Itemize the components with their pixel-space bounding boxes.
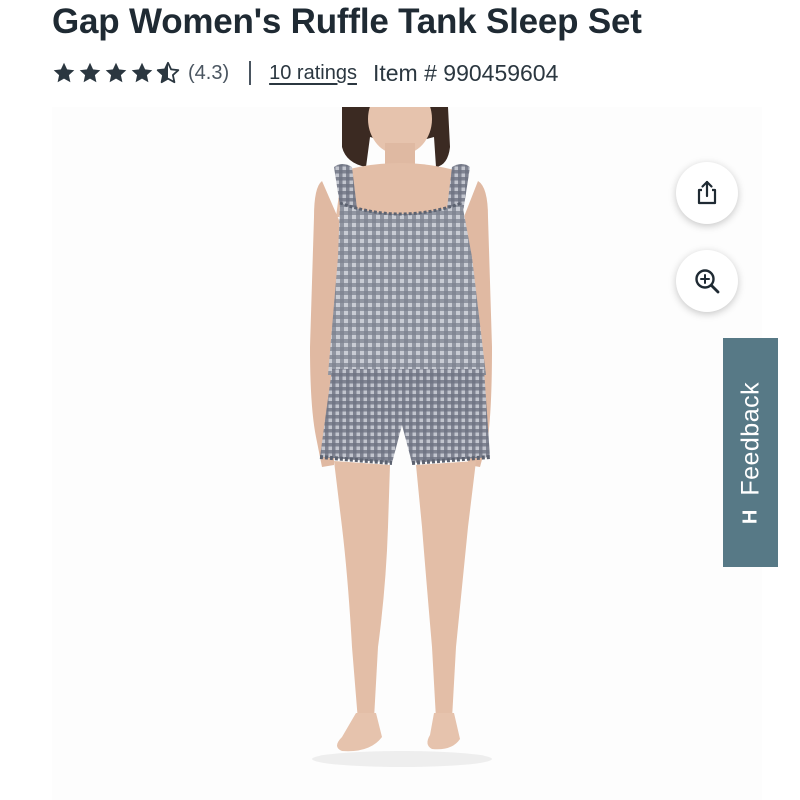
star-rating[interactable]	[52, 61, 180, 85]
feedback-tab[interactable]: H Feedback	[723, 338, 778, 567]
share-button[interactable]	[676, 162, 738, 224]
product-title: Gap Women's Ruffle Tank Sleep Set	[52, 2, 642, 41]
product-photo-illustration	[310, 107, 492, 767]
feedback-content: H Feedback	[736, 381, 765, 523]
star-icon	[131, 62, 153, 83]
feedback-logo-icon: H	[739, 509, 761, 524]
meta-divider	[249, 61, 252, 85]
product-meta-row: (4.3) 10 ratings Item # 990459604	[52, 56, 558, 90]
star-icon	[79, 62, 101, 83]
share-icon	[697, 180, 717, 205]
zoom-button[interactable]	[676, 250, 738, 312]
product-page: Gap Women's Ruffle Tank Sleep Set (4.3) …	[0, 0, 800, 800]
star-icon	[105, 62, 127, 83]
zoom-in-icon	[695, 269, 720, 294]
half-star-icon	[156, 61, 180, 84]
ratings-count-link[interactable]: 10 ratings	[269, 62, 357, 85]
product-image[interactable]	[52, 107, 762, 800]
star-icon	[53, 62, 75, 83]
item-number: Item # 990459604	[372, 59, 559, 86]
rating-value: (4.3)	[188, 61, 230, 84]
feedback-label: Feedback	[736, 381, 764, 496]
